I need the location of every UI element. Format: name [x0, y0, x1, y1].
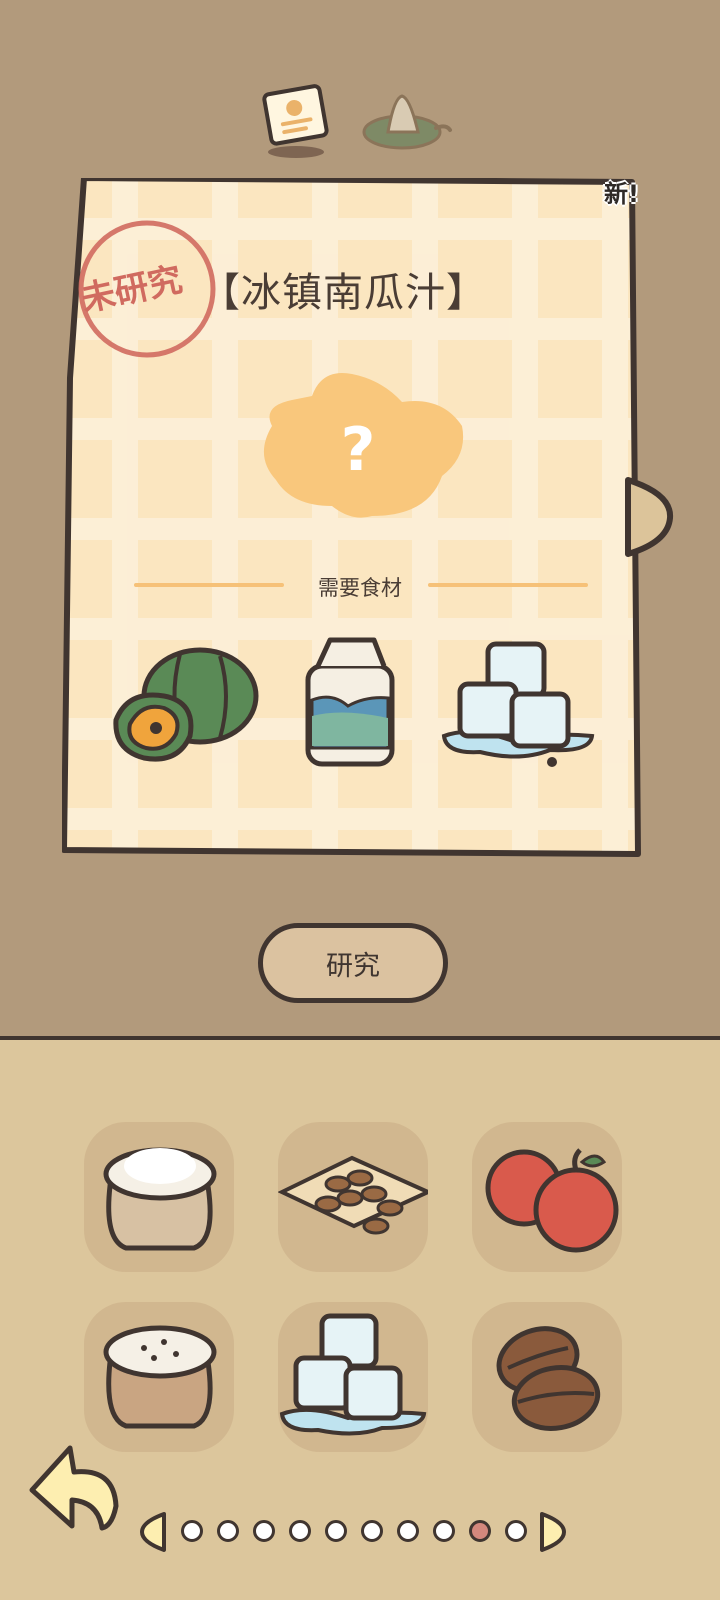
page-dot[interactable] — [361, 1520, 383, 1542]
flour-sack-icon — [103, 1147, 217, 1251]
needs-label: 需要食材 — [318, 576, 402, 600]
page-dot[interactable] — [289, 1520, 311, 1542]
sugar-sack-icon — [103, 1325, 217, 1429]
inventory-slot-sugar[interactable] — [84, 1302, 234, 1452]
new-badge: 新! — [604, 180, 639, 208]
research-button[interactable]: 研究 — [258, 923, 448, 1003]
next-page-arrow[interactable] — [538, 1510, 568, 1554]
page-dot[interactable] — [505, 1520, 527, 1542]
ice-cubes-icon — [279, 1313, 427, 1436]
page-dot[interactable] — [469, 1520, 491, 1542]
inventory-slot-ice[interactable] — [278, 1302, 428, 1452]
coffee-beans-icon — [496, 1326, 601, 1431]
inventory-slot-apples[interactable] — [472, 1122, 622, 1272]
question-blob-icon: ? — [263, 372, 464, 518]
next-recipe-arrow[interactable] — [622, 474, 674, 560]
page-dot[interactable] — [433, 1520, 455, 1542]
pumpkin-icon — [113, 647, 259, 762]
back-arrow-icon[interactable] — [22, 1442, 124, 1532]
prev-page-arrow[interactable] — [138, 1510, 168, 1554]
almonds-icon — [277, 1155, 433, 1235]
inventory-slot-coffee[interactable] — [472, 1302, 622, 1452]
page-dot[interactable] — [397, 1520, 419, 1542]
page-dot[interactable] — [217, 1520, 239, 1542]
inventory-slot-almonds[interactable] — [277, 1122, 433, 1272]
page-dot[interactable] — [325, 1520, 347, 1542]
ice-cubes-icon — [441, 641, 595, 767]
page-dot[interactable] — [253, 1520, 275, 1542]
inventory-slot-flour[interactable] — [84, 1122, 234, 1272]
milk-carton-icon — [305, 637, 395, 767]
recipe-book-tab[interactable] — [258, 84, 332, 164]
page-dot[interactable] — [181, 1520, 203, 1542]
svg-text:?: ? — [341, 415, 376, 485]
food-tab[interactable] — [358, 88, 454, 156]
apples-icon — [485, 1148, 619, 1253]
recipe-title: 【冰镇南瓜汁】 — [200, 270, 487, 316]
